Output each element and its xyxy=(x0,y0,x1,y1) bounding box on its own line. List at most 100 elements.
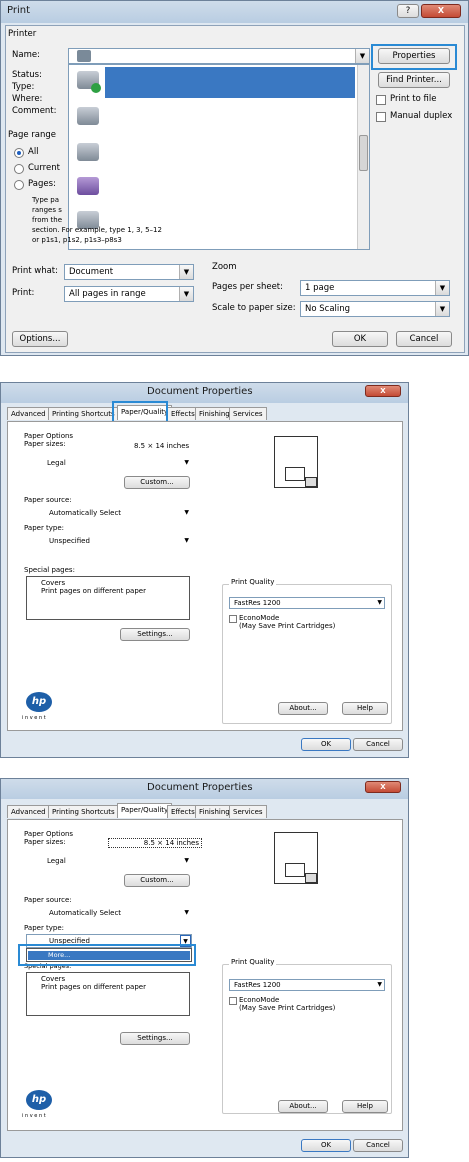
quality-select[interactable]: FastRes 1200 ▼ xyxy=(229,979,385,991)
custom-button[interactable]: Custom... xyxy=(124,476,190,489)
print-quality-label: Print Quality xyxy=(229,578,277,586)
pages-per-sheet-select[interactable]: 1 page ▼ xyxy=(300,280,450,296)
chevron-down-icon[interactable]: ▼ xyxy=(179,265,193,279)
tab-finishing[interactable]: Finishing xyxy=(195,407,234,420)
chevron-down-icon[interactable]: ▼ xyxy=(184,855,189,867)
help-button[interactable]: Help xyxy=(342,1100,388,1113)
page-range-help-5: or p1s1, p1s2, p1s3–p8s3 xyxy=(32,236,122,244)
chevron-down-icon[interactable]: ▼ xyxy=(377,980,382,990)
quality-select[interactable]: FastRes 1200 ▼ xyxy=(229,597,385,609)
print-client: Printer Name: Status: Type: Where: Comme… xyxy=(5,25,465,353)
tab-printing-shortcuts[interactable]: Printing Shortcuts xyxy=(48,805,119,818)
printer-list-selected-row[interactable] xyxy=(105,67,355,98)
options-button[interactable]: Options... xyxy=(12,331,68,347)
print-to-file-checkbox[interactable] xyxy=(376,95,386,105)
close-button[interactable]: X xyxy=(365,385,401,397)
chevron-down-icon[interactable]: ▼ xyxy=(184,535,189,547)
settings-button[interactable]: Settings... xyxy=(120,1032,190,1045)
pages-radio[interactable] xyxy=(14,180,24,190)
quality-value: FastRes 1200 xyxy=(234,599,281,607)
preview-chart-icon xyxy=(285,467,305,481)
props2-titlebar: Document Properties X xyxy=(1,779,408,799)
ok-button[interactable]: OK xyxy=(301,1139,351,1152)
hp-logo: hp xyxy=(26,1090,52,1110)
paper-quality-panel: Paper Options Paper sizes: 8.5 × 14 inch… xyxy=(7,819,403,1131)
chevron-down-icon[interactable]: ▼ xyxy=(184,907,189,919)
document-properties-dialog: Document Properties X Advanced Printing … xyxy=(0,382,409,758)
settings-button[interactable]: Settings... xyxy=(120,628,190,641)
about-button[interactable]: About... xyxy=(278,702,328,715)
paper-source-select[interactable]: Automatically Select ▼ xyxy=(26,906,192,920)
help-button[interactable]: Help xyxy=(342,702,388,715)
tab-services[interactable]: Services xyxy=(229,407,267,420)
print-what-select[interactable]: Document ▼ xyxy=(64,264,194,280)
special-item-different-paper[interactable]: Print pages on different paper xyxy=(41,587,146,595)
hp-logo: hp xyxy=(26,692,52,712)
paper-size-value: Legal xyxy=(47,459,66,467)
paper-sizes-label: Paper sizes: xyxy=(24,440,66,448)
help-button[interactable]: ? xyxy=(397,4,419,18)
special-item-different-paper[interactable]: Print pages on different paper xyxy=(41,983,146,991)
chevron-down-icon[interactable]: ▼ xyxy=(355,49,369,63)
special-item-covers[interactable]: Covers xyxy=(41,579,65,587)
paper-size-select[interactable]: Legal ▼ xyxy=(26,854,192,868)
economode-checkbox[interactable] xyxy=(229,615,237,623)
print-select[interactable]: All pages in range ▼ xyxy=(64,286,194,302)
tab-paper-quality[interactable]: Paper/Quality xyxy=(117,803,173,818)
chevron-down-icon[interactable]: ▼ xyxy=(179,287,193,301)
props2-title: Document Properties xyxy=(147,782,253,793)
status-label: Status: xyxy=(12,70,42,80)
scale-label: Scale to paper size: xyxy=(212,303,296,313)
economode-checkbox[interactable] xyxy=(229,997,237,1005)
scale-select[interactable]: No Scaling ▼ xyxy=(300,301,450,317)
special-item-covers[interactable]: Covers xyxy=(41,975,65,983)
list-scrollbar[interactable] xyxy=(357,65,369,249)
paper-source-label: Paper source: xyxy=(24,896,72,904)
printer-list[interactable] xyxy=(68,64,370,250)
close-button[interactable]: X xyxy=(421,4,461,18)
properties-button[interactable]: Properties xyxy=(378,48,450,64)
chevron-down-icon[interactable]: ▼ xyxy=(184,457,189,469)
hp-invent-text: i n v e n t xyxy=(22,715,46,721)
quality-value: FastRes 1200 xyxy=(234,981,281,989)
chevron-down-icon[interactable]: ▼ xyxy=(377,598,382,608)
special-pages-list[interactable]: Covers Print pages on different paper xyxy=(26,972,190,1016)
scroll-thumb[interactable] xyxy=(359,135,368,171)
printer-name-combo[interactable]: ▼ xyxy=(68,48,370,64)
economode-note: (May Save Print Cartridges) xyxy=(239,1004,336,1012)
tab-advanced[interactable]: Advanced xyxy=(7,407,50,420)
paper-source-select[interactable]: Automatically Select ▼ xyxy=(26,506,192,520)
custom-button[interactable]: Custom... xyxy=(124,874,190,887)
chevron-down-icon[interactable]: ▼ xyxy=(435,281,449,295)
paper-type-select[interactable]: Unspecified ▼ xyxy=(26,534,192,548)
paper-type-label: Paper type: xyxy=(24,524,65,532)
paper-size-select[interactable]: Legal ▼ xyxy=(26,456,192,470)
page-range-help-4: section. For example, type 1, 3, 5–12 xyxy=(32,226,162,234)
tab-advanced[interactable]: Advanced xyxy=(7,805,50,818)
manual-duplex-checkbox[interactable] xyxy=(376,112,386,122)
cancel-button[interactable]: Cancel xyxy=(353,738,403,751)
paper-source-value: Automatically Select xyxy=(49,909,122,917)
find-printer-button[interactable]: Find Printer... xyxy=(378,72,450,88)
page-range-help-1: Type pa xyxy=(32,196,60,204)
close-button[interactable]: X xyxy=(365,781,401,793)
tab-services[interactable]: Services xyxy=(229,805,267,818)
paper-size-dims: 8.5 × 14 inches xyxy=(134,442,190,450)
chevron-down-icon[interactable]: ▼ xyxy=(184,507,189,519)
pages-label: Pages: xyxy=(28,179,56,189)
chevron-down-icon[interactable]: ▼ xyxy=(435,302,449,316)
current-radio[interactable] xyxy=(14,164,24,174)
name-label: Name: xyxy=(12,50,40,60)
about-button[interactable]: About... xyxy=(278,1100,328,1113)
tab-finishing[interactable]: Finishing xyxy=(195,805,234,818)
all-radio[interactable] xyxy=(14,148,24,158)
paper-source-label: Paper source: xyxy=(24,496,72,504)
ok-button[interactable]: OK xyxy=(301,738,351,751)
hp-invent-text: i n v e n t xyxy=(22,1113,46,1119)
cancel-button[interactable]: Cancel xyxy=(396,331,452,347)
tab-printing-shortcuts[interactable]: Printing Shortcuts xyxy=(48,407,119,420)
cancel-button[interactable]: Cancel xyxy=(353,1139,403,1152)
page-range-help-2: ranges s xyxy=(32,206,62,214)
special-pages-list[interactable]: Covers Print pages on different paper xyxy=(26,576,190,620)
ok-button[interactable]: OK xyxy=(332,331,388,347)
